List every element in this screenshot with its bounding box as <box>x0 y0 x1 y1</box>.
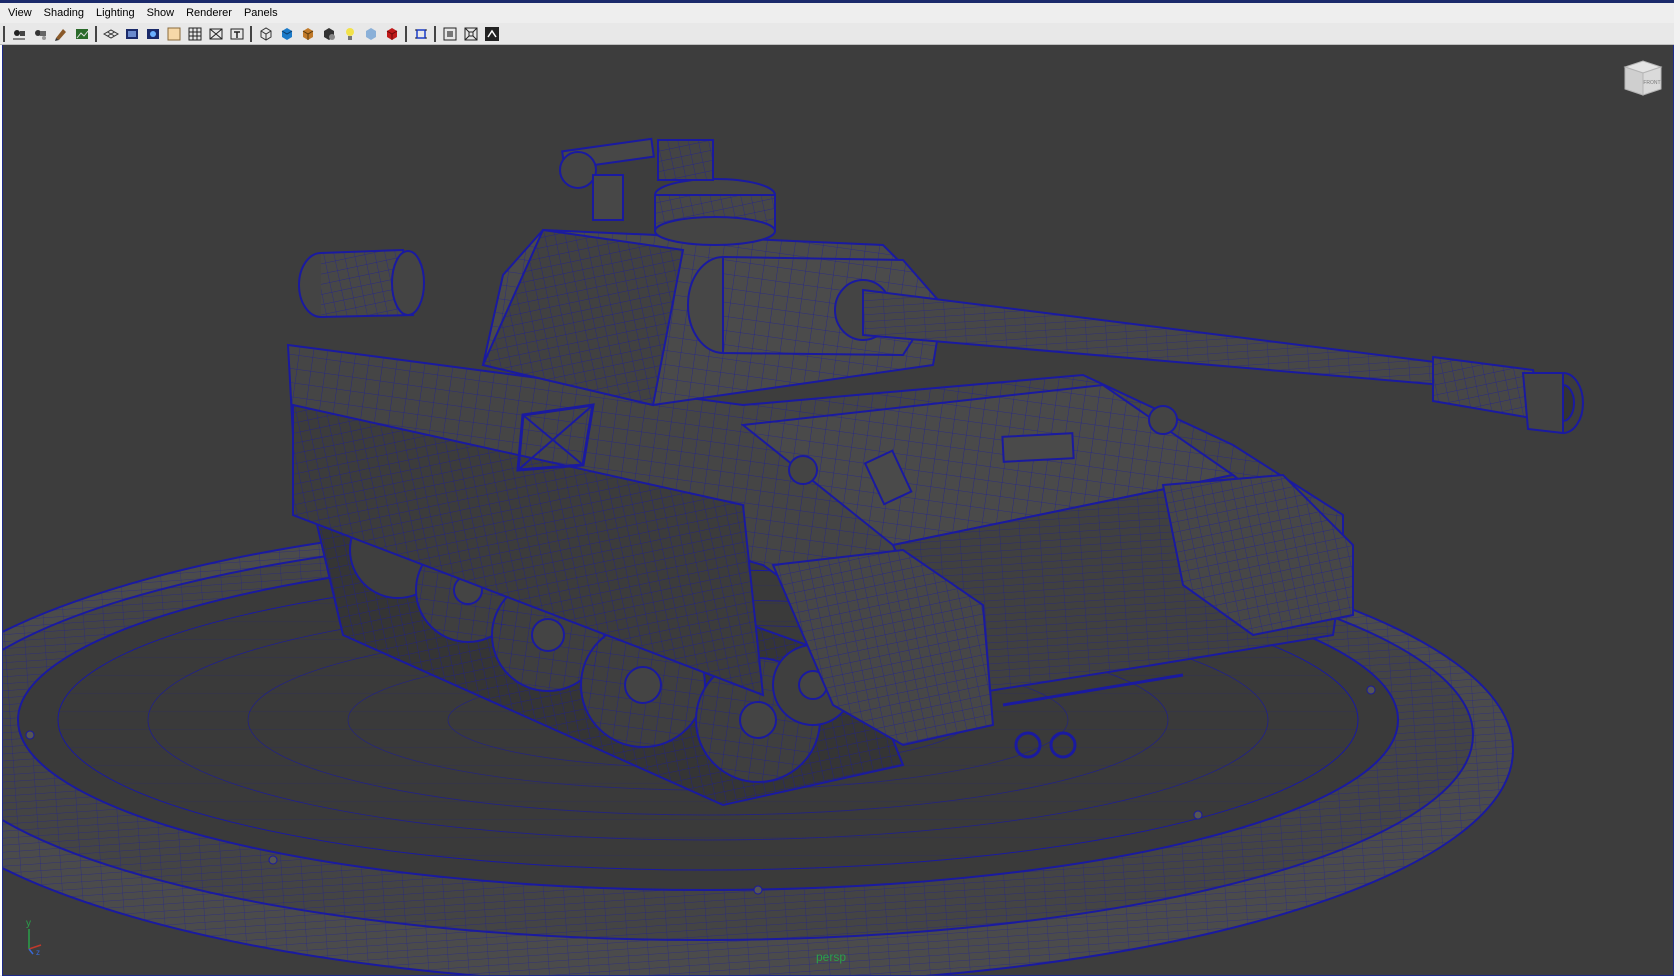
toolbar-separator <box>95 25 97 42</box>
bookmark-icon[interactable] <box>52 25 69 42</box>
window-right-edge <box>1674 0 1680 975</box>
tank-wireframe-scene <box>3 137 1584 975</box>
menu-shading[interactable]: Shading <box>38 3 90 23</box>
tank-turret <box>481 137 945 407</box>
view-cube[interactable]: FRONT <box>1621 57 1665 99</box>
panel-toolbar <box>0 23 1674 45</box>
film-gate-icon[interactable] <box>123 25 140 42</box>
menu-renderer[interactable]: Renderer <box>180 3 238 23</box>
safe-action-icon[interactable] <box>165 25 182 42</box>
axis-gizmo: y z <box>26 918 42 955</box>
axis-y-label: y <box>26 918 31 929</box>
wireframe-icon[interactable] <box>257 25 274 42</box>
perspective-viewport[interactable]: FRONT y z persp <box>2 45 1674 976</box>
toolbar-separator <box>434 25 436 42</box>
toolbar-separator <box>3 25 5 42</box>
maya-viewport-window: View Shading Lighting Show Renderer Pane… <box>0 0 1674 976</box>
xray-icon[interactable] <box>383 25 400 42</box>
field-chart-icon[interactable] <box>207 25 224 42</box>
backface-culling-icon[interactable] <box>462 25 479 42</box>
isolate-select-icon[interactable] <box>412 25 429 42</box>
panel-menu-bar: View Shading Lighting Show Renderer Pane… <box>0 3 1674 23</box>
menu-panels[interactable]: Panels <box>238 3 284 23</box>
safe-title-icon[interactable] <box>228 25 245 42</box>
shadows-icon[interactable] <box>362 25 379 42</box>
toolbar-separator <box>405 25 407 42</box>
use-all-lights-icon[interactable] <box>320 25 337 42</box>
menu-view[interactable]: View <box>0 3 38 23</box>
camera-select-icon[interactable] <box>10 25 27 42</box>
default-light-icon[interactable] <box>341 25 358 42</box>
axis-z-label: z <box>36 948 40 955</box>
menu-lighting[interactable]: Lighting <box>90 3 141 23</box>
wireframe-toggle-icon[interactable] <box>186 25 203 42</box>
toolbar-separator <box>250 25 252 42</box>
view-cube-front-label: FRONT <box>1643 80 1660 86</box>
highlight-icon[interactable] <box>483 25 500 42</box>
grid-icon[interactable] <box>102 25 119 42</box>
camera-attributes-icon[interactable] <box>31 25 48 42</box>
image-plane-icon[interactable] <box>73 25 90 42</box>
camera-name-label: persp <box>816 950 847 964</box>
smooth-shade-icon[interactable] <box>278 25 295 42</box>
resolution-gate-icon[interactable] <box>144 25 161 42</box>
textured-icon[interactable] <box>299 25 316 42</box>
menu-show[interactable]: Show <box>141 3 181 23</box>
two-side-lighting-icon[interactable] <box>441 25 458 42</box>
